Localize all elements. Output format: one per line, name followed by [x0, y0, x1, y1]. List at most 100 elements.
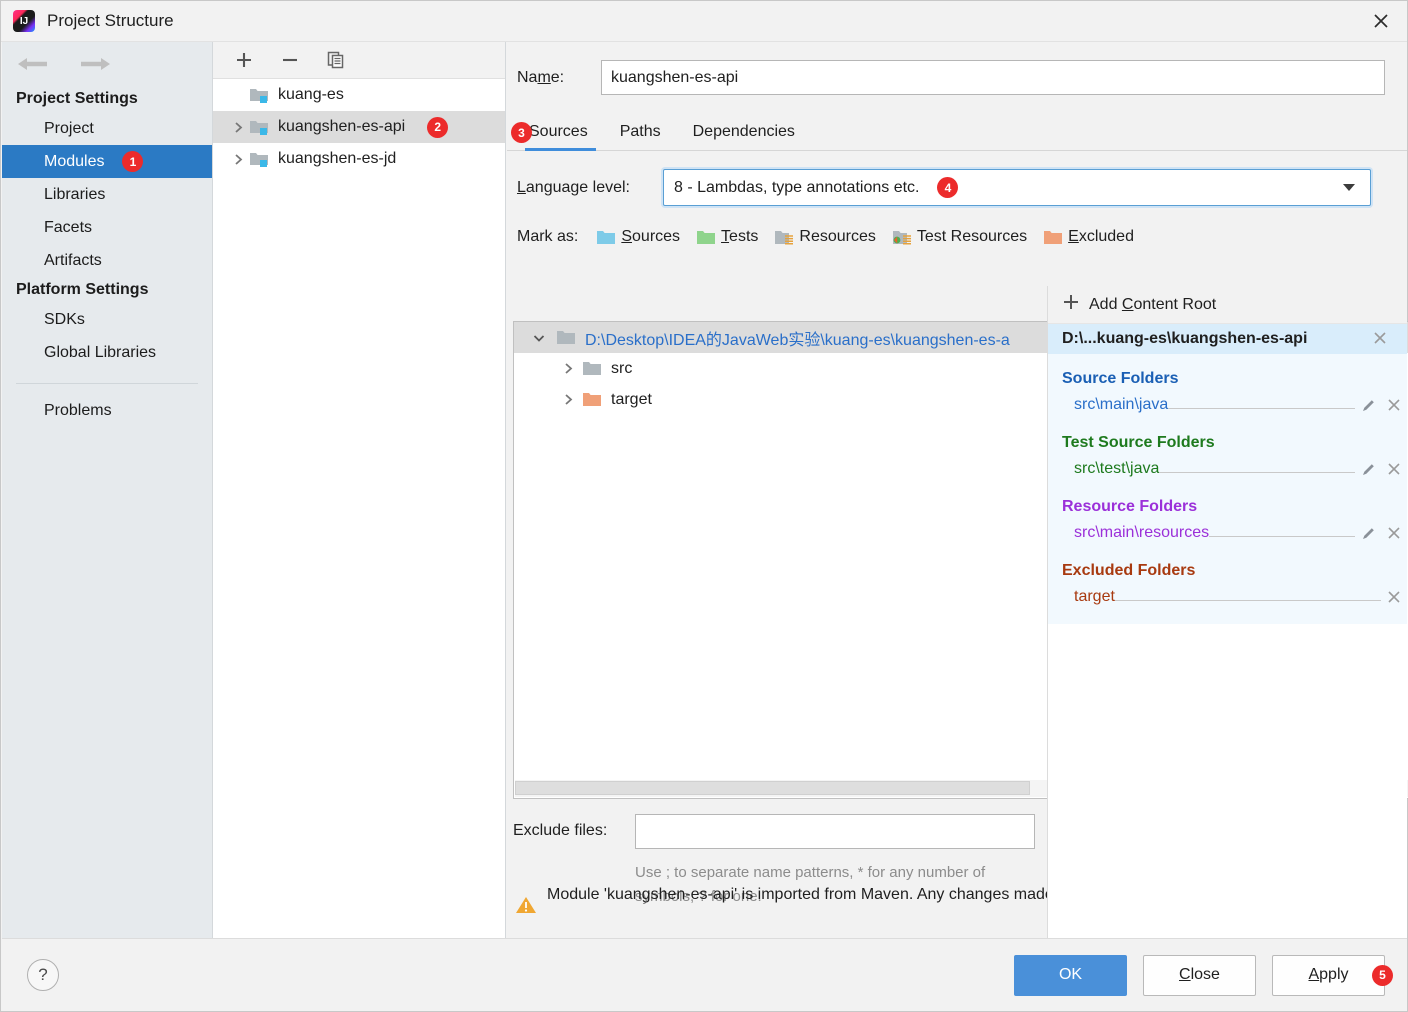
ok-button-label: OK: [1059, 966, 1082, 984]
arrow-left-icon[interactable]: [16, 55, 50, 73]
sources-folder-icon: [596, 229, 616, 246]
add-module-button[interactable]: [233, 49, 255, 71]
sidebar-item-modules[interactable]: Modules 1: [2, 145, 212, 178]
sidebar-item-label: Project: [44, 120, 94, 138]
exclude-files-label: Exclude files:: [513, 814, 635, 840]
test-source-folder-entry[interactable]: src\test\java: [1048, 456, 1407, 482]
excluded-folder-entry[interactable]: target: [1048, 584, 1407, 610]
exclude-files-input[interactable]: [635, 814, 1035, 849]
apply-button[interactable]: Apply 5: [1272, 955, 1385, 996]
entry-underline: [1159, 461, 1355, 473]
tree-row-label: target: [611, 391, 652, 409]
mark-as-row: Mark as: Sources Tests: [507, 206, 1407, 246]
content-root-path-header[interactable]: D:\...kuang-es\kuangshen-es-api: [1048, 324, 1407, 354]
settings-sidebar: Project Settings Project Modules 1 Libra…: [2, 42, 213, 939]
tab-sources[interactable]: 3 Sources: [517, 123, 604, 150]
resources-folder-icon: [774, 229, 794, 246]
source-folder-entry[interactable]: src\main\java: [1048, 392, 1407, 418]
edit-pencil-icon[interactable]: [1355, 461, 1381, 478]
sidebar-divider: [16, 383, 198, 384]
close-icon[interactable]: [1355, 1, 1407, 41]
module-name: kuangshen-es-jd: [278, 150, 396, 168]
module-row-kuangshen-es-jd[interactable]: kuangshen-es-jd: [213, 143, 505, 175]
remove-content-root-icon[interactable]: [1367, 330, 1393, 346]
mark-as-resources-button[interactable]: Resources: [774, 228, 875, 246]
annotation-badge-3: 3: [511, 122, 532, 143]
module-folder-icon: [249, 118, 269, 136]
sidebar-item-label: Modules: [44, 153, 104, 171]
remove-excluded-folder-icon[interactable]: [1381, 589, 1407, 605]
content-root-path: D:\...kuang-es\kuangshen-es-api: [1062, 330, 1307, 348]
mark-as-test-resources-button[interactable]: Test Resources: [892, 228, 1027, 246]
project-structure-dialog: Project Structure Project Settings Proje…: [0, 0, 1408, 1012]
content-root-card: D:\...kuang-es\kuangshen-es-api Source F…: [1048, 324, 1407, 624]
sidebar-item-artifacts[interactable]: Artifacts: [2, 244, 212, 277]
sidebar-item-label: SDKs: [44, 311, 85, 329]
tab-paths[interactable]: Paths: [604, 123, 677, 150]
mark-as-excluded-button[interactable]: Excluded: [1043, 228, 1134, 246]
mark-as-sources-button[interactable]: Sources: [596, 228, 680, 246]
excluded-folder-path: target: [1074, 588, 1115, 606]
apply-button-label: Apply: [1308, 966, 1348, 984]
language-level-value: 8 - Lambdas, type annotations etc.: [674, 179, 919, 197]
module-name-row: Name:: [507, 42, 1407, 95]
module-name-input[interactable]: [601, 60, 1385, 95]
annotation-badge-1: 1: [122, 151, 143, 172]
resource-folder-entry[interactable]: src\main\resources: [1048, 520, 1407, 546]
sidebar-item-project[interactable]: Project: [2, 112, 212, 145]
annotation-badge-2: 2: [427, 117, 448, 138]
folder-icon: [556, 329, 576, 346]
module-row-kuang-es[interactable]: kuang-es: [213, 79, 505, 111]
sidebar-item-problems[interactable]: Problems: [2, 394, 212, 427]
title-bar: Project Structure: [1, 1, 1407, 42]
remove-source-folder-icon[interactable]: [1381, 397, 1407, 413]
name-label: Name:: [517, 69, 601, 87]
sidebar-item-sdks[interactable]: SDKs: [2, 303, 212, 336]
dialog-footer: ? OK Close Apply 5: [2, 938, 1407, 1011]
language-level-label: Language level:: [517, 179, 663, 197]
tab-label: Paths: [620, 123, 661, 140]
entry-underline: [1168, 397, 1355, 409]
chevron-right-icon[interactable]: [554, 393, 582, 406]
module-tabs: 3 Sources Paths Dependencies: [507, 113, 1407, 151]
edit-pencil-icon[interactable]: [1355, 525, 1381, 542]
chevron-right-icon[interactable]: [227, 153, 249, 166]
remove-resource-folder-icon[interactable]: [1381, 525, 1407, 541]
help-button[interactable]: ?: [27, 959, 59, 991]
sidebar-item-facets[interactable]: Facets: [2, 211, 212, 244]
close-button[interactable]: Close: [1143, 955, 1256, 996]
sidebar-item-label: Problems: [44, 402, 112, 420]
remove-module-button[interactable]: [279, 49, 301, 71]
intellij-idea-logo-icon: [13, 10, 35, 32]
copy-module-icon[interactable]: [325, 49, 347, 71]
close-button-label: Close: [1179, 966, 1220, 984]
window-title: Project Structure: [47, 11, 174, 31]
remove-test-source-folder-icon[interactable]: [1381, 461, 1407, 477]
scrollbar-thumb[interactable]: [515, 781, 1030, 795]
entry-underline: [1209, 525, 1355, 537]
module-row-kuangshen-es-api[interactable]: kuangshen-es-api 2: [213, 111, 505, 143]
chevron-right-icon[interactable]: [227, 121, 249, 134]
mark-as-label-excluded: Excluded: [1068, 228, 1134, 246]
tab-dependencies[interactable]: Dependencies: [677, 123, 811, 150]
tests-folder-icon: [696, 229, 716, 246]
sidebar-item-libraries[interactable]: Libraries: [2, 178, 212, 211]
language-level-select[interactable]: 8 - Lambdas, type annotations etc. 4: [663, 169, 1371, 206]
module-list-panel: kuang-es kuangshen-es-api 2: [213, 42, 506, 939]
tab-label: Sources: [529, 123, 588, 140]
mark-as-label-tests: Tests: [721, 228, 758, 246]
add-content-root-button[interactable]: Add Content Root: [1048, 286, 1407, 324]
ok-button[interactable]: OK: [1014, 955, 1127, 996]
chevron-down-icon[interactable]: [522, 331, 556, 345]
excluded-folder-icon: [1043, 229, 1063, 246]
tree-row-label: D:\Desktop\IDEA的JavaWeb实验\kuang-es\kuang…: [585, 326, 1010, 350]
edit-pencil-icon[interactable]: [1355, 397, 1381, 414]
folder-icon: [582, 360, 602, 377]
sidebar-item-global-libraries[interactable]: Global Libraries: [2, 336, 212, 369]
mark-as-tests-button[interactable]: Tests: [696, 228, 758, 246]
sidebar-item-label: Artifacts: [44, 252, 102, 270]
chevron-right-icon[interactable]: [554, 362, 582, 375]
arrow-right-icon[interactable]: [78, 55, 112, 73]
source-folder-path: src\main\java: [1074, 396, 1168, 414]
entry-underline: [1115, 589, 1381, 601]
